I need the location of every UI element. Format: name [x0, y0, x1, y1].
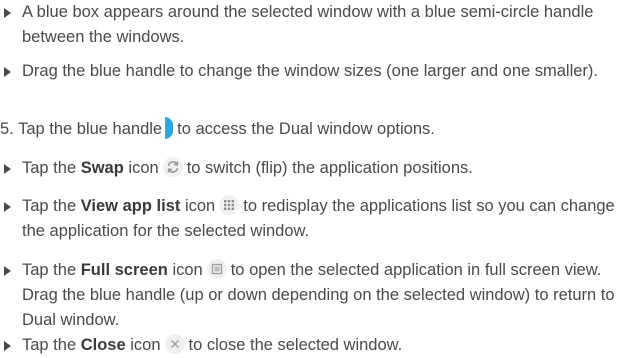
blue-handle-icon — [165, 117, 174, 139]
list-item: Tap the Close icon to close the selected … — [0, 333, 634, 358]
bullet-text-before: Tap the — [22, 159, 77, 177]
bullet-text-after: to switch (flip) the application positio… — [186, 159, 473, 177]
step-text-after: to access the Dual window options. — [177, 120, 435, 138]
bullet-arrow-icon — [4, 202, 11, 212]
list-item: Tap the Full screen icon to open the sele… — [0, 258, 634, 336]
bullet-text-after: to close the selected window. — [188, 336, 403, 354]
list-item: Drag the blue handle to change the windo… — [0, 59, 634, 111]
manual-page: A blue box appears around the selected w… — [0, 0, 634, 358]
swap-label: Swap — [80, 159, 124, 177]
bullet-text-middle: icon — [172, 261, 203, 279]
bullet-text: A blue box appears around the selected w… — [22, 3, 594, 46]
full-screen-label: Full screen — [80, 261, 168, 279]
bullet-arrow-icon — [4, 8, 11, 18]
close-icon — [164, 334, 185, 354]
bullet-arrow-icon — [4, 341, 11, 351]
bullet-text: Drag the blue handle to change the windo… — [22, 62, 599, 80]
list-item: A blue box appears around the selected w… — [0, 0, 634, 52]
step-number: 5. — [0, 120, 14, 138]
swap-icon — [162, 157, 183, 177]
full-screen-icon — [206, 259, 227, 279]
bullet-text-before: Tap the — [22, 261, 77, 279]
view-app-list-label: View app list — [80, 197, 181, 215]
bullet-arrow-icon — [4, 164, 11, 174]
bullet-text-middle: icon — [130, 336, 161, 354]
step-item: 5. Tap the blue handle to access the Dual… — [0, 117, 634, 143]
app-list-icon — [219, 195, 240, 215]
bullet-text-middle: icon — [128, 159, 159, 177]
list-item: Tap the View app list icon to redisplay t… — [0, 194, 634, 246]
bullet-arrow-icon — [4, 67, 11, 77]
bullet-text-before: Tap the — [22, 336, 77, 354]
bullet-text-before: Tap the — [22, 197, 77, 215]
bullet-text-middle: icon — [184, 197, 216, 215]
list-item: Tap the Swap icon to switch (flip) the ap… — [0, 156, 634, 182]
step-text-before: Tap the blue handle — [18, 120, 163, 138]
bullet-arrow-icon — [4, 266, 11, 276]
close-label: Close — [80, 336, 126, 354]
